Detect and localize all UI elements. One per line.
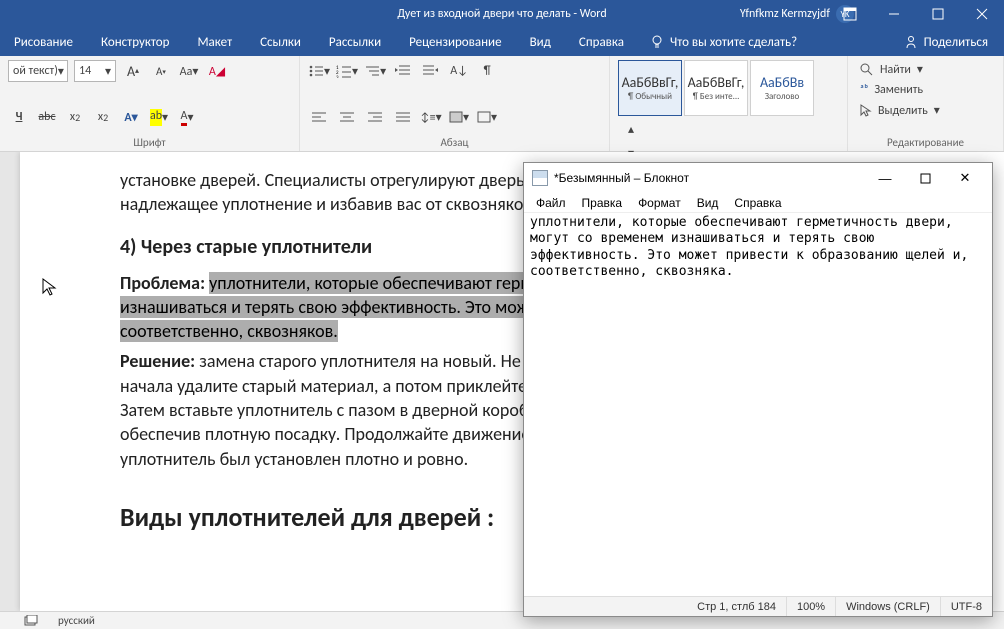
ribbon-group-paragraph: ▾ 123▾ ▾ A↓ ¶ ↕≡▾ ▾ ▾ Абзац <box>300 56 610 151</box>
close-button[interactable] <box>960 0 1004 28</box>
text-effects-button[interactable]: A▾ <box>120 106 142 128</box>
ribbon-tabs: Рисование Конструктор Макет Ссылки Рассы… <box>0 28 1004 56</box>
language-indicator[interactable]: русский <box>58 614 95 627</box>
maximize-button[interactable] <box>916 0 960 28</box>
svg-text:3: 3 <box>336 75 339 78</box>
ribbon-group-font: ой текст)▾ 14▾ A▴ A▾ Aa▾ A◢ Ч abc x2 x2 … <box>0 56 300 151</box>
shrink-font-button[interactable]: A▾ <box>150 60 172 82</box>
align-center-button[interactable] <box>336 106 358 128</box>
tab-layout[interactable]: Макет <box>183 28 246 56</box>
notepad-encoding: UTF-8 <box>940 597 992 616</box>
ribbon-group-styles: АаБбВвГг, ¶ Обычный АаБбВвГг, ¶ Без инте… <box>610 56 848 151</box>
cursor-icon <box>860 104 872 118</box>
change-case-button[interactable]: Aa▾ <box>178 60 200 82</box>
notepad-textarea[interactable]: уплотнители, которые обеспечивают гермет… <box>524 213 992 596</box>
sort-button[interactable]: A↓ <box>448 60 470 82</box>
notepad-window[interactable]: *Безымянный – Блокнот — ✕ Файл Правка Фо… <box>523 162 993 617</box>
language-icon <box>24 615 38 627</box>
notepad-maximize[interactable] <box>906 166 944 190</box>
show-marks-button[interactable]: ¶ <box>476 60 498 82</box>
ribbon-options-icon[interactable] <box>828 0 872 28</box>
style-normal[interactable]: АаБбВвГг, ¶ Обычный <box>618 60 682 116</box>
minimize-button[interactable] <box>872 0 916 28</box>
align-left-button[interactable] <box>308 106 330 128</box>
notepad-close[interactable]: ✕ <box>946 166 984 190</box>
select-button[interactable]: Выделить ▾ <box>856 101 944 120</box>
notepad-icon <box>532 170 548 186</box>
superscript-button[interactable]: x2 <box>92 106 114 128</box>
notepad-menu-help[interactable]: Справка <box>726 195 789 211</box>
strike-button[interactable]: abc <box>36 106 58 128</box>
line-spacing-button[interactable]: ↕≡▾ <box>420 106 442 128</box>
indent-button[interactable] <box>420 60 442 82</box>
share-button[interactable]: Поделиться <box>888 35 1004 50</box>
notepad-minimize[interactable]: — <box>866 166 904 190</box>
highlight-button[interactable]: ab▾ <box>148 106 170 128</box>
notepad-statusbar: Стр 1, стлб 184 100% Windows (CRLF) UTF-… <box>524 596 992 616</box>
tab-help[interactable]: Справка <box>565 28 638 56</box>
tell-me[interactable]: Что вы хотите сделать? <box>638 35 809 50</box>
tab-mailings[interactable]: Рассылки <box>315 28 395 56</box>
tab-design[interactable]: Конструктор <box>87 28 183 56</box>
ribbon-group-editing: Найти ▾ ᵃᵇЗаменить Выделить ▾ Редактиров… <box>848 56 1004 151</box>
notepad-cursor-pos: Стр 1, стлб 184 <box>687 597 786 616</box>
shading-button[interactable]: ▾ <box>448 106 470 128</box>
font-size-combo[interactable]: 14▾ <box>74 60 116 82</box>
tab-drawing[interactable]: Рисование <box>0 28 87 56</box>
notepad-titlebar[interactable]: *Безымянный – Блокнот — ✕ <box>524 163 992 193</box>
lightbulb-icon <box>650 35 664 49</box>
notepad-menu-format[interactable]: Формат <box>630 195 689 211</box>
tab-review[interactable]: Рецензирование <box>395 28 515 56</box>
grow-font-button[interactable]: A▴ <box>122 60 144 82</box>
align-right-button[interactable] <box>364 106 386 128</box>
window-controls <box>828 0 1004 28</box>
bullets-button[interactable]: ▾ <box>308 60 330 82</box>
style-heading1[interactable]: АаБбВв Заголово <box>750 60 814 116</box>
multilevel-button[interactable]: ▾ <box>364 60 386 82</box>
share-icon <box>904 35 918 49</box>
notepad-menu-edit[interactable]: Правка <box>574 195 631 211</box>
ribbon: ой текст)▾ 14▾ A▴ A▾ Aa▾ A◢ Ч abc x2 x2 … <box>0 56 1004 152</box>
styles-scroll-up[interactable]: ▴ <box>620 118 642 140</box>
notepad-menu-file[interactable]: Файл <box>528 195 574 211</box>
word-titlebar: Дует из входной двери что делать - Word … <box>0 0 1004 28</box>
font-name-combo[interactable]: ой текст)▾ <box>8 60 68 82</box>
replace-button[interactable]: ᵃᵇЗаменить <box>856 81 927 99</box>
notepad-eol: Windows (CRLF) <box>835 597 940 616</box>
clear-format-button[interactable]: A◢ <box>206 60 228 82</box>
notepad-zoom: 100% <box>786 597 835 616</box>
font-color-button[interactable]: A▾ <box>176 106 198 128</box>
tab-references[interactable]: Ссылки <box>246 28 315 56</box>
tab-view[interactable]: Вид <box>516 28 565 56</box>
outdent-button[interactable] <box>392 60 414 82</box>
find-button[interactable]: Найти ▾ <box>856 60 927 79</box>
numbering-button[interactable]: 123▾ <box>336 60 358 82</box>
style-no-spacing[interactable]: АаБбВвГг, ¶ Без инте... <box>684 60 748 116</box>
notepad-menu-view[interactable]: Вид <box>689 195 727 211</box>
subscript-button[interactable]: x2 <box>64 106 86 128</box>
underline-button[interactable]: Ч <box>8 106 30 128</box>
notepad-menubar: Файл Правка Формат Вид Справка <box>524 193 992 213</box>
search-icon <box>860 63 874 77</box>
justify-button[interactable] <box>392 106 414 128</box>
notepad-title: *Безымянный – Блокнот <box>554 171 689 185</box>
borders-button[interactable]: ▾ <box>476 106 498 128</box>
document-title: Дует из входной двери что делать - Word <box>397 7 606 21</box>
